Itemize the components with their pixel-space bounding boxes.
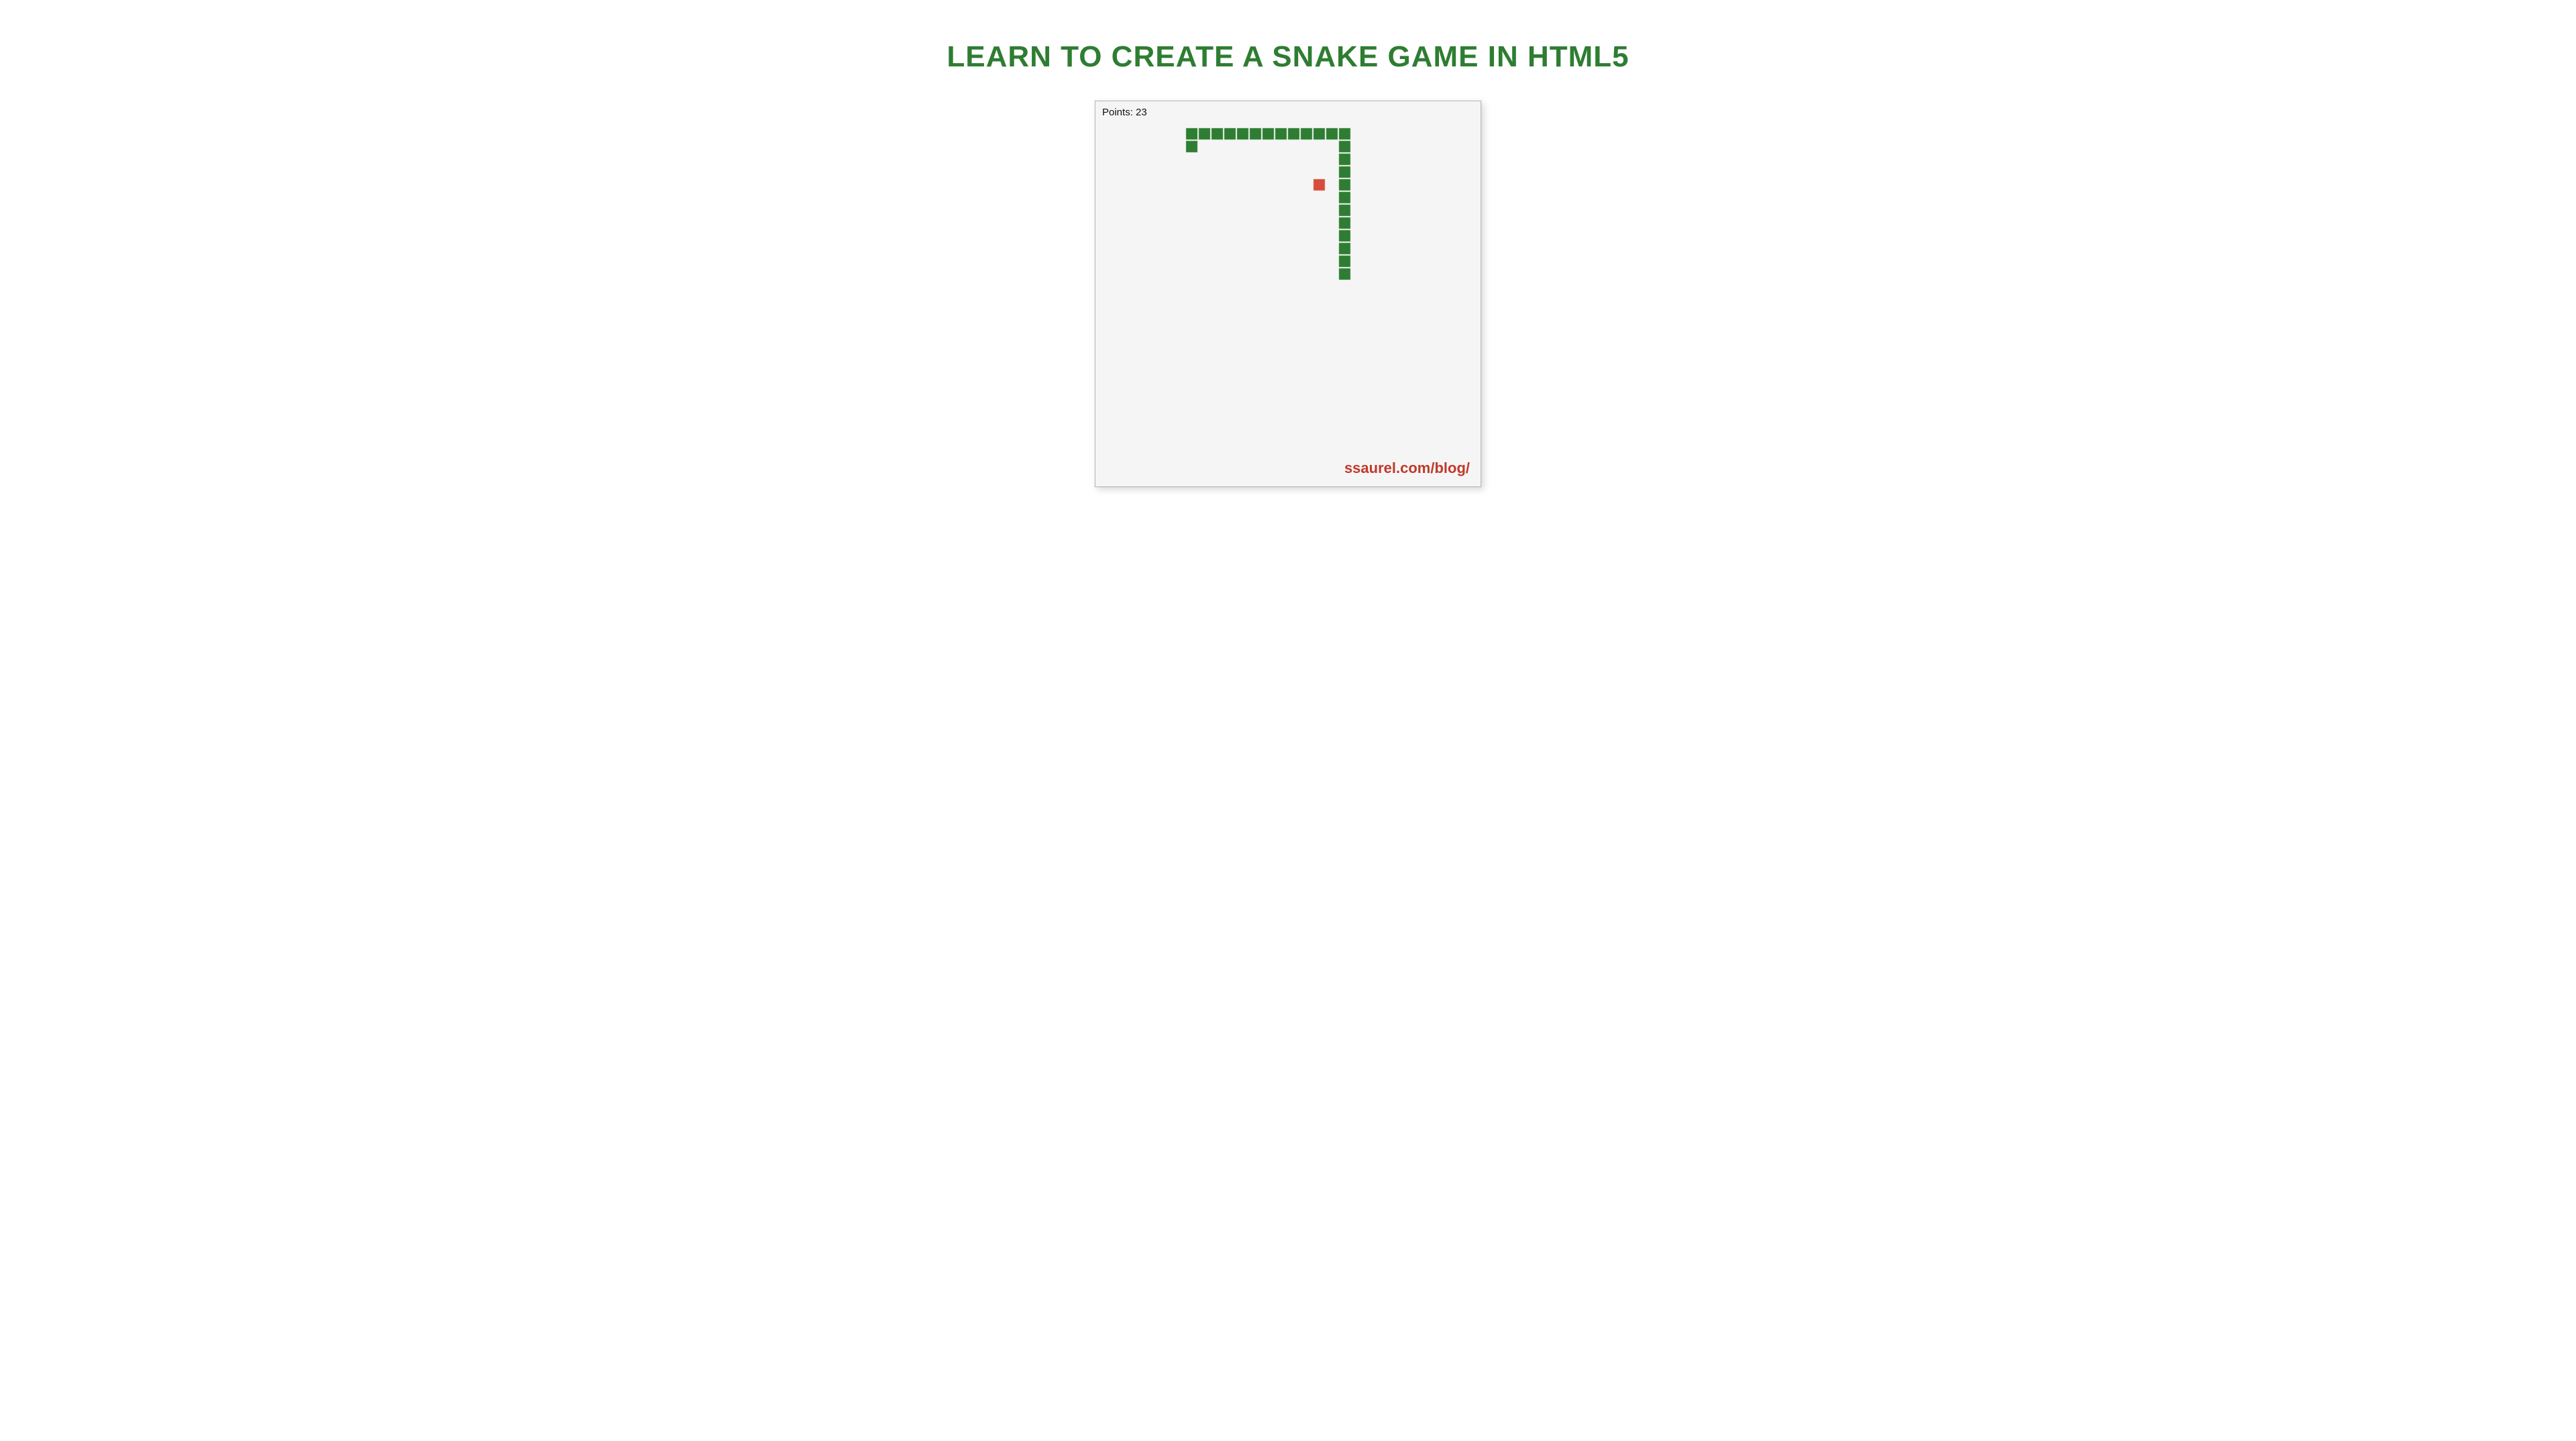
page-title: LEARN TO CREATE A SNAKE GAME IN HTML5 [947,40,1629,74]
game-board[interactable]: Points: 23 ssaurel.com/blog/ [1095,101,1481,487]
game-canvas[interactable] [1095,101,1482,488]
attribution-text: ssaurel.com/blog/ [1344,460,1470,477]
